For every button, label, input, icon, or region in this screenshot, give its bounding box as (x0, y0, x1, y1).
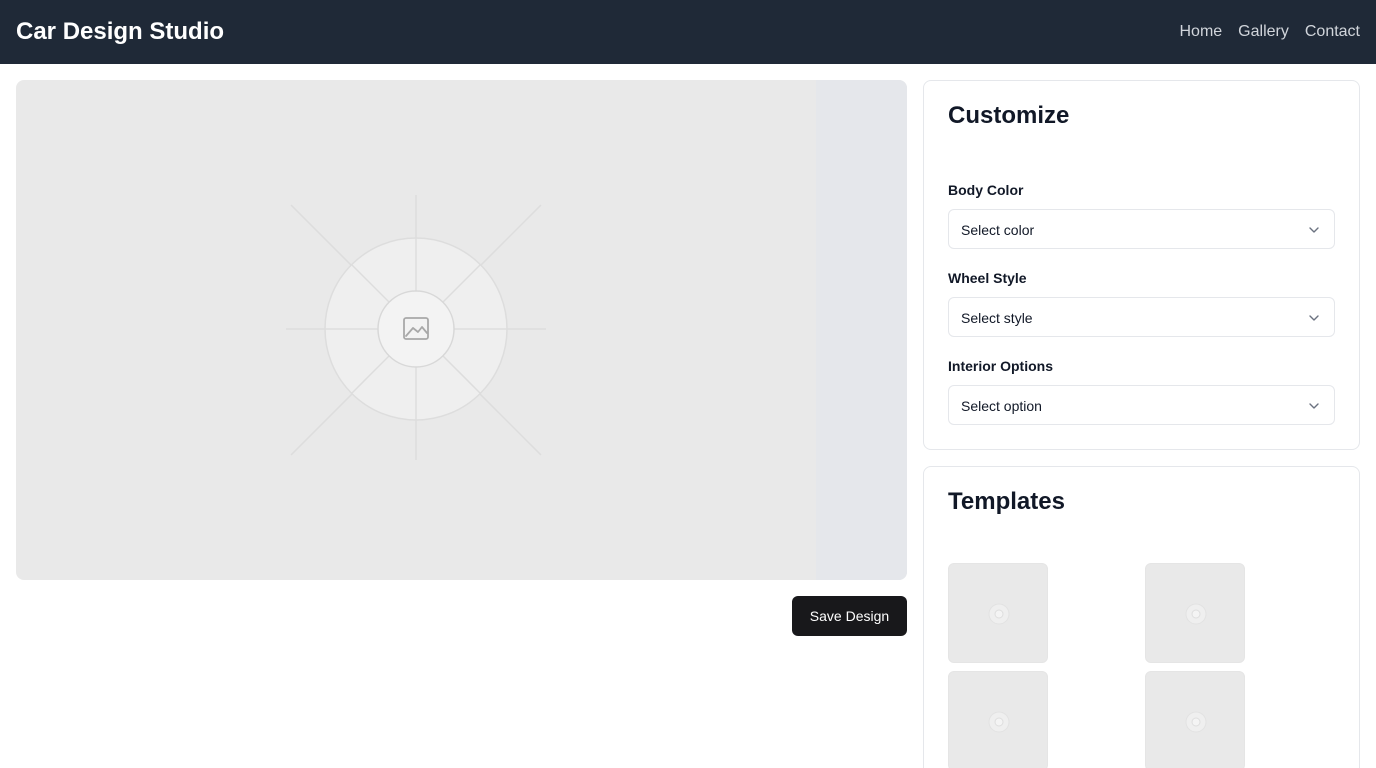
interior-options-select[interactable]: Select option (948, 385, 1335, 425)
chevron-down-icon (1309, 227, 1319, 233)
wheel-style-select-value: Select style (961, 310, 1033, 326)
template-thumbnail[interactable] (1145, 563, 1245, 663)
nav-link-contact[interactable]: Contact (1305, 20, 1360, 44)
image-placeholder-icon (988, 711, 1010, 733)
body-color-label: Body Color (948, 182, 1024, 198)
nav-link-home[interactable]: Home (1179, 20, 1222, 44)
image-placeholder-icon (1185, 603, 1207, 625)
image-placeholder-icon (1185, 711, 1207, 733)
customize-panel: Customize Body Color Select color Wheel … (923, 80, 1360, 450)
nav-link-gallery[interactable]: Gallery (1238, 20, 1289, 44)
wheel-style-select[interactable]: Select style (948, 297, 1335, 337)
main-nav: Home Gallery Contact (1179, 20, 1360, 44)
template-thumbnail[interactable] (948, 671, 1048, 768)
template-thumbnail[interactable] (948, 563, 1048, 663)
image-placeholder-graphic (286, 195, 546, 460)
body-color-select-value: Select color (961, 222, 1035, 238)
interior-options-select-value: Select option (961, 398, 1042, 414)
car-preview-canvas (16, 80, 907, 580)
brand-title[interactable]: Car Design Studio (16, 16, 224, 48)
templates-panel: Templates (923, 466, 1360, 768)
interior-options-label: Interior Options (948, 358, 1053, 374)
body-color-select[interactable]: Select color (948, 209, 1335, 249)
template-thumbnail[interactable] (1145, 671, 1245, 768)
customize-title: Customize (948, 102, 1070, 129)
wheel-style-label: Wheel Style (948, 270, 1027, 286)
templates-title: Templates (948, 488, 1065, 515)
top-navigation-bar: Car Design Studio Home Gallery Contact (0, 0, 1376, 64)
chevron-down-icon (1309, 403, 1319, 409)
save-design-button[interactable]: Save Design (792, 596, 907, 636)
image-placeholder-icon (988, 603, 1010, 625)
chevron-down-icon (1309, 315, 1319, 321)
